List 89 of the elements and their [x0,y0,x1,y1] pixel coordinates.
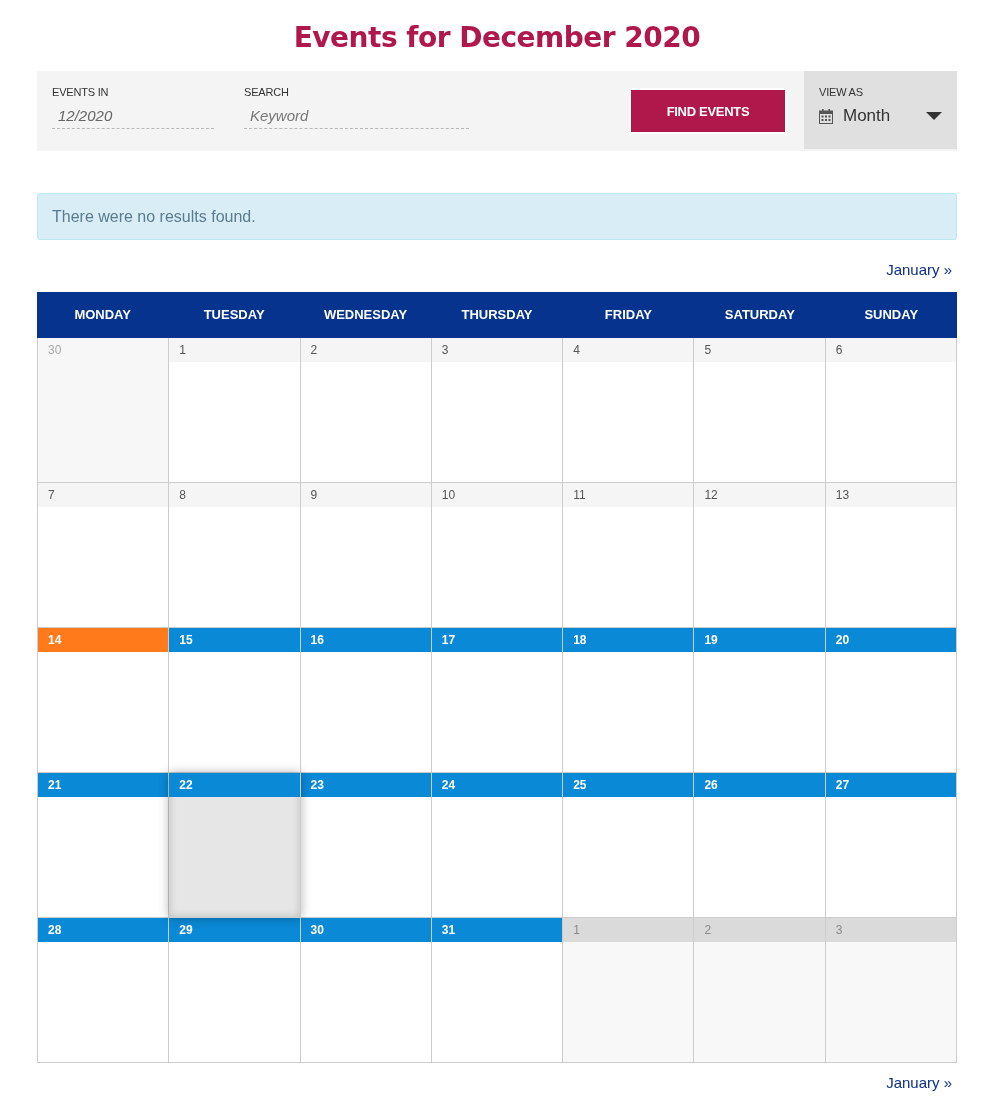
date-header: 9 [300,483,431,507]
weekday-header: SUNDAY [863,306,920,324]
date-header: 6 [825,338,956,362]
day-cell[interactable]: 15 [169,628,301,773]
calendar-icon [819,108,833,124]
day-cell[interactable]: 9 [300,483,432,628]
date-header: 3 [431,338,563,362]
day-cell[interactable]: 27 [825,773,957,918]
day-cell[interactable]: 12 [694,483,826,628]
date-header: 2 [300,338,431,362]
day-cell[interactable]: 24 [431,773,564,918]
day-cell[interactable]: 7 [38,483,170,628]
day-cell[interactable]: 20 [825,628,957,773]
weekday-header: TUESDAY [202,306,266,324]
date-header: 8 [169,483,300,507]
date-header: 17 [431,628,563,652]
day-cell[interactable]: 1 [169,338,301,483]
day-cell[interactable]: 26 [694,773,826,918]
day-cell[interactable]: 29 [169,918,301,1063]
no-results-notice: There were no results found. [37,193,957,240]
weekday-header: WEDNESDAY [322,306,409,324]
day-cell[interactable]: 5 [694,338,826,483]
date-header: 10 [431,483,563,507]
weekday-header: FRIDAY [603,306,653,324]
date-header: 14 [38,628,169,652]
field-label: EVENTS IN [52,86,110,99]
day-cell[interactable]: 30 [38,338,170,483]
day-cell[interactable]: 31 [431,918,564,1063]
find-events-button[interactable]: FIND EVENTS [629,88,787,134]
date-header: 30 [300,918,431,942]
day-cell[interactable]: 4 [563,338,695,483]
date-header: 1 [169,338,300,362]
date-header: 19 [694,628,825,652]
weekday-header: THURSDAY [460,306,534,324]
date-header: 29 [169,918,300,942]
day-cell[interactable]: 2 [300,338,432,483]
day-cell[interactable]: 18 [563,628,695,773]
next-month-link[interactable]: January » [886,260,952,280]
search-field[interactable]: Keyword [244,103,469,129]
day-cell[interactable]: 13 [825,483,957,628]
date-header: 21 [38,773,169,797]
next-month-link[interactable]: January » [886,1073,952,1093]
weekday-header: SATURDAY [723,306,796,324]
date-header: 3 [825,918,956,942]
date-header: 25 [563,773,694,797]
date-header: 31 [431,918,563,942]
date-header: 2 [694,918,825,942]
date-header: 12 [694,483,825,507]
date-header: 13 [825,483,956,507]
weekday-header: MONDAY [73,306,132,324]
day-cell[interactable]: 6 [825,338,957,483]
date-header: 7 [38,483,169,507]
day-cell[interactable]: 3 [431,338,564,483]
day-cell[interactable]: 19 [694,628,826,773]
date-header: 1 [563,918,694,942]
day-cell[interactable]: 8 [169,483,301,628]
date-header: 18 [563,628,694,652]
day-cell[interactable]: 30 [300,918,432,1063]
date-header: 27 [825,773,956,797]
date-header: 28 [38,918,169,942]
date-header: 15 [169,628,300,652]
day-cell[interactable]: 16 [300,628,432,773]
date-field[interactable]: 12/2020 [52,103,214,129]
day-cell[interactable]: 3 [825,918,957,1063]
day-cell[interactable]: 10 [431,483,564,628]
day-cell[interactable]: 28 [38,918,170,1063]
date-header: 22 [169,773,300,797]
day-cell[interactable]: 11 [563,483,695,628]
day-cell[interactable]: 25 [563,773,695,918]
date-header: 5 [694,338,825,362]
day-cell[interactable]: 23 [300,773,432,918]
date-header: 23 [300,773,431,797]
day-cell[interactable]: 14 [38,628,170,773]
day-cell[interactable]: 17 [431,628,564,773]
day-cell[interactable]: 1 [563,918,695,1063]
date-header: 26 [694,773,825,797]
caret-icon [926,112,942,120]
field-label: SEARCH [244,86,290,99]
date-header: 4 [563,338,694,362]
day-cell[interactable]: 22 [169,773,301,918]
field-label: VIEW AS [819,86,864,99]
date-header: 16 [300,628,431,652]
day-cell[interactable]: 21 [38,773,170,918]
date-header: 24 [431,773,563,797]
date-header: 11 [563,483,694,507]
page-title: Events for December 2020 [292,20,702,56]
date-header: 20 [825,628,956,652]
view-select[interactable]: Month [819,104,942,128]
day-cell[interactable]: 2 [694,918,826,1063]
